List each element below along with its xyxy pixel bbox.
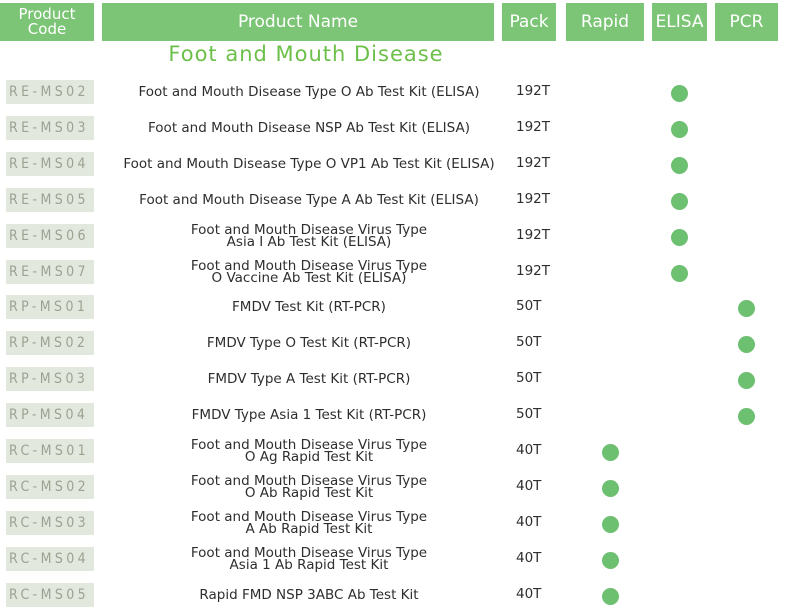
header-product-code-label: Product Code xyxy=(18,5,76,38)
pack-size: 192T xyxy=(516,83,551,99)
product-name: Foot and Mouth Disease Virus Type A Ab R… xyxy=(190,508,428,537)
rapid-indicator-dot xyxy=(602,444,619,461)
pcr-indicator-dot xyxy=(738,300,755,318)
pack-size: 50T xyxy=(516,370,542,387)
table-row: RC-MS05 Rapid FMD NSP 3ABC Ab Test Kit 40T xyxy=(0,580,789,616)
table-row: RE-MS04 Foot and Mouth Disease Type O VP1… xyxy=(0,149,789,185)
section-title: Foot and Mouth Disease xyxy=(168,42,444,66)
pack-size: 40T xyxy=(516,477,542,494)
header-rapid-label: Rapid xyxy=(580,12,630,32)
product-code: RC-MS05 xyxy=(6,582,94,607)
elisa-indicator-dot xyxy=(671,228,688,246)
table-row: RE-MS05 Foot and Mouth Disease Type A Ab … xyxy=(0,185,789,221)
rapid-indicator-dot xyxy=(602,551,619,569)
product-code: RP-MS03 xyxy=(6,367,94,392)
product-code: RC-MS01 xyxy=(6,439,94,463)
pack-size: 192T xyxy=(516,190,551,207)
product-code: RE-MS03 xyxy=(6,115,94,140)
rapid-indicator-dot xyxy=(602,479,619,497)
product-name: Foot and Mouth Disease Type O Ab Test Ki… xyxy=(138,84,480,100)
table-row: RC-MS03 Foot and Mouth Disease Virus Type… xyxy=(0,508,789,544)
product-name: Foot and Mouth Disease Virus Type O Vacc… xyxy=(190,257,428,286)
header-product-name: Product Name xyxy=(102,3,494,41)
header-pack: Pack xyxy=(502,3,556,41)
pack-size: 50T xyxy=(516,406,542,423)
header-pack-label: Pack xyxy=(509,12,549,32)
pack-size: 192T xyxy=(516,226,551,243)
product-code: RP-MS04 xyxy=(6,403,94,428)
product-name: FMDV Type Asia 1 Test Kit (RT-PCR) xyxy=(191,407,427,424)
table-row: RE-MS03 Foot and Mouth Disease NSP Ab Tes… xyxy=(0,113,789,149)
product-code: RE-MS07 xyxy=(6,259,94,284)
table-row: RE-MS02 Foot and Mouth Disease Type O Ab … xyxy=(0,77,789,113)
product-name: Rapid FMD NSP 3ABC Ab Test Kit xyxy=(199,586,419,603)
product-name: Foot and Mouth Disease Virus Type Asia Ⅰ… xyxy=(190,221,428,250)
product-name: Foot and Mouth Disease Virus Type O Ag R… xyxy=(190,437,428,465)
table-row: RP-MS04 FMDV Type Asia 1 Test Kit (RT-PCR… xyxy=(0,400,789,436)
table-row: RP-MS03 FMDV Type A Test Kit (RT-PCR) 50T xyxy=(0,364,789,400)
pack-size: 192T xyxy=(516,118,551,135)
header-product-name-label: Product Name xyxy=(237,12,359,32)
table-row: RC-MS04 Foot and Mouth Disease Virus Type… xyxy=(0,544,789,580)
table-row: RP-MS02 FMDV Type O Test Kit (RT-PCR) 50T xyxy=(0,328,789,364)
rapid-indicator-dot xyxy=(602,515,619,533)
elisa-indicator-dot xyxy=(671,85,688,102)
product-code: RC-MS02 xyxy=(6,474,94,499)
product-code: RC-MS04 xyxy=(6,546,94,571)
pcr-indicator-dot xyxy=(738,372,755,390)
product-name: Foot and Mouth Disease NSP Ab Test Kit (… xyxy=(148,119,470,136)
product-name: Foot and Mouth Disease Type O VP1 Ab Tes… xyxy=(123,155,495,172)
pack-size: 40T xyxy=(516,585,542,602)
pcr-indicator-dot xyxy=(738,408,755,426)
header-pcr: PCR xyxy=(715,3,778,41)
table-row: RC-MS01 Foot and Mouth Disease Virus Type… xyxy=(0,436,789,472)
elisa-indicator-dot xyxy=(671,120,688,138)
pack-size: 40T xyxy=(516,513,542,530)
product-code: RE-MS06 xyxy=(6,223,94,248)
table-row: RE-MS07 Foot and Mouth Disease Virus Type… xyxy=(0,257,789,293)
table-row: RC-MS02 Foot and Mouth Disease Virus Type… xyxy=(0,472,789,508)
product-name: Foot and Mouth Disease Type A Ab Test Ki… xyxy=(139,191,479,208)
product-name: FMDV Type O Test Kit (RT-PCR) xyxy=(206,335,412,352)
header-rapid: Rapid xyxy=(566,3,644,41)
elisa-indicator-dot xyxy=(671,192,688,210)
product-name: FMDV Type A Test Kit (RT-PCR) xyxy=(207,371,411,388)
product-name: Foot and Mouth Disease Virus Type O Ab R… xyxy=(190,472,428,501)
table-row: RE-MS06 Foot and Mouth Disease Virus Type… xyxy=(0,221,789,257)
header-elisa: ELISA xyxy=(652,3,707,41)
header-product-code: Product Code xyxy=(0,3,94,41)
header-elisa-label: ELISA xyxy=(655,12,704,32)
product-name: FMDV Test Kit (RT-PCR) xyxy=(232,299,386,316)
pcr-indicator-dot xyxy=(738,336,755,354)
product-code: RP-MS02 xyxy=(6,331,94,356)
elisa-indicator-dot xyxy=(671,264,688,282)
product-code: RC-MS03 xyxy=(6,510,94,535)
pack-size: 50T xyxy=(516,298,542,315)
product-code: RE-MS04 xyxy=(6,151,94,176)
rapid-indicator-dot xyxy=(602,587,619,605)
product-name: Foot and Mouth Disease Virus Type Asia 1… xyxy=(190,544,428,573)
elisa-indicator-dot xyxy=(671,156,688,174)
pack-size: 40T xyxy=(516,442,542,458)
table-row: RP-MS01 FMDV Test Kit (RT-PCR) 50T xyxy=(0,292,789,328)
pack-size: 40T xyxy=(516,549,542,566)
header-pcr-label: PCR xyxy=(729,12,764,32)
pack-size: 192T xyxy=(516,262,551,279)
product-code: RE-MS02 xyxy=(6,80,94,104)
product-code: RE-MS05 xyxy=(6,187,94,212)
pack-size: 50T xyxy=(516,334,542,351)
product-code: RP-MS01 xyxy=(6,295,94,320)
pack-size: 192T xyxy=(516,154,551,171)
